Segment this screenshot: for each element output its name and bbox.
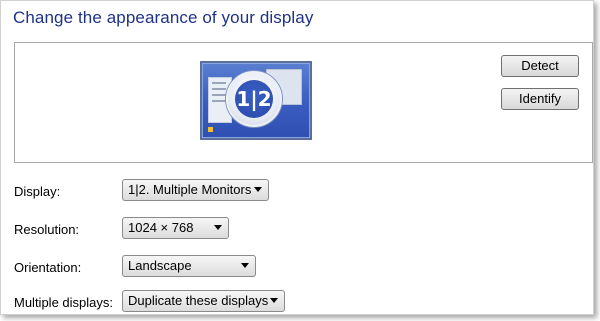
chevron-down-icon	[254, 187, 262, 192]
chevron-down-icon	[214, 225, 222, 230]
chevron-down-icon	[241, 263, 249, 268]
monitor-1-2[interactable]: 1|2	[200, 61, 312, 140]
start-icon	[208, 127, 213, 132]
resolution-label: Resolution:	[14, 222, 80, 237]
display-dropdown[interactable]: 1|2. Multiple Monitors	[122, 179, 269, 201]
identify-button[interactable]: Identify	[501, 88, 579, 110]
display-dropdown-value: 1|2. Multiple Monitors	[128, 182, 252, 197]
multiple-displays-dropdown[interactable]: Duplicate these displays	[122, 290, 285, 312]
monitor-number-label: 1|2	[235, 80, 273, 118]
multiple-displays-label: Multiple displays:	[14, 295, 113, 310]
display-label: Display:	[14, 184, 61, 199]
resolution-dropdown[interactable]: 1024 × 768	[122, 217, 229, 239]
chevron-down-icon	[270, 298, 278, 303]
display-settings-window: Change the appearance of your display 1|…	[0, 0, 594, 315]
detect-button[interactable]: Detect	[501, 55, 579, 77]
monitor-number-badge: 1|2	[226, 71, 282, 127]
monitor-preview-area: 1|2 Detect Identify	[14, 42, 593, 163]
page-title: Change the appearance of your display	[13, 8, 314, 27]
multiple-displays-dropdown-value: Duplicate these displays	[128, 293, 269, 308]
orientation-dropdown-value: Landscape	[128, 258, 192, 273]
orientation-label: Orientation:	[14, 260, 82, 275]
resolution-dropdown-value: 1024 × 768	[128, 220, 194, 235]
orientation-dropdown[interactable]: Landscape	[122, 255, 256, 277]
